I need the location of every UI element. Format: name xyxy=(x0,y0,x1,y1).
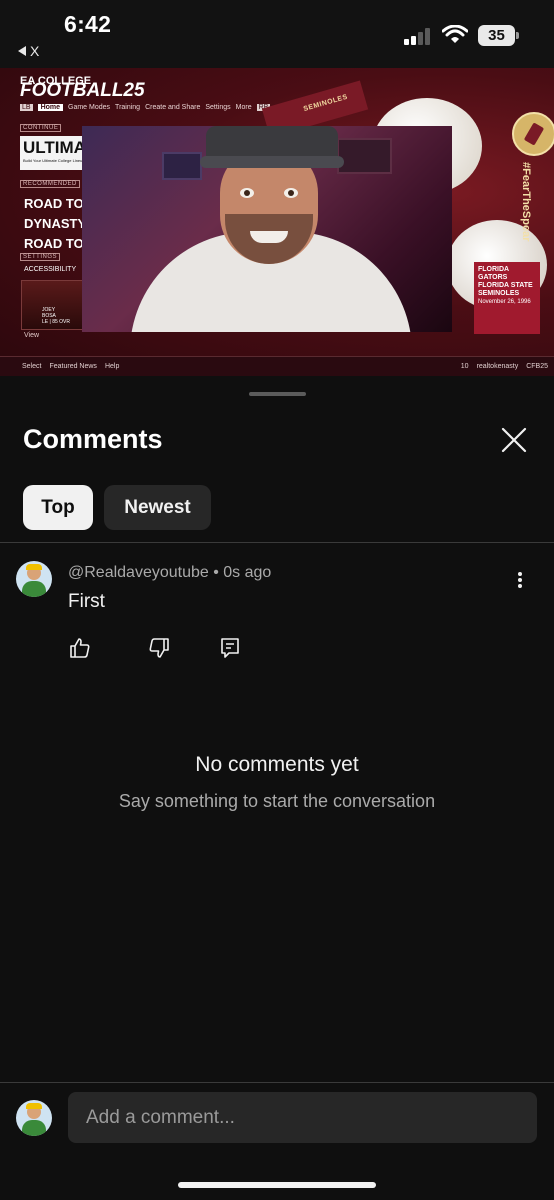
player-card: JOEY BOSA LE | 85 OVR xyxy=(21,280,85,330)
divider xyxy=(0,542,554,543)
game-ticket: FLORIDA GATORS FLORIDA STATE SEMINOLES N… xyxy=(474,262,540,334)
control-hint: Select xyxy=(22,363,42,370)
filter-newest-chip[interactable]: Newest xyxy=(104,485,211,530)
control-hint: CFB25 xyxy=(526,363,548,370)
commenter-avatar[interactable] xyxy=(16,561,52,597)
ticket-team1: FLORIDA GATORS xyxy=(478,266,509,281)
home-indicator[interactable] xyxy=(178,1182,376,1188)
game-nav-item: Game Modes xyxy=(68,104,111,111)
cellular-signal-icon xyxy=(404,27,434,45)
divider xyxy=(0,1082,554,1083)
ticket-date: November 26, 1996 xyxy=(478,299,531,305)
ticket-team2: FLORIDA STATE SEMINOLES xyxy=(478,282,533,297)
sheet-title: Comments xyxy=(23,424,163,454)
game-nav-item: Training xyxy=(115,104,141,111)
recommended-label: RECOMMENDED xyxy=(20,180,80,188)
control-hint: 10 xyxy=(460,363,469,370)
ultimate-team-tile: ULTIMA Build Your Ultimate College Lineup xyxy=(20,136,86,170)
empty-state-subtitle: Say something to start the conversation xyxy=(118,791,436,811)
add-comment-input[interactable] xyxy=(68,1092,537,1143)
streamer-webcam xyxy=(82,126,452,332)
video-player[interactable]: EA COLLEGE FOOTBALL25 LB Home Game Modes … xyxy=(0,68,554,376)
comments-sheet: Comments Top Newest @Realdaveyoutube • 0… xyxy=(0,376,554,1200)
comment-author[interactable]: @Realdaveyoutube xyxy=(68,564,209,581)
game-nav-item: Create and Share xyxy=(145,104,201,111)
control-hint: Featured News xyxy=(49,363,97,370)
close-icon[interactable] xyxy=(500,426,528,454)
game-nav-item: More xyxy=(235,104,252,111)
user-avatar[interactable] xyxy=(16,1100,52,1136)
like-icon[interactable] xyxy=(68,636,92,660)
filter-top-chip[interactable]: Top xyxy=(23,485,93,530)
settings-label: SETTINGS xyxy=(20,253,61,261)
player-sub: LE | 85 OVR xyxy=(42,319,70,325)
comment-meta: @Realdaveyoutube • 0s ago xyxy=(68,564,272,581)
game-nav-item: LB xyxy=(20,104,33,111)
accessibility-label: ACCESSIBILITY xyxy=(24,266,77,273)
player-name: JOEY BOSA xyxy=(42,307,56,319)
sheet-drag-handle[interactable] xyxy=(249,392,306,396)
status-bar: 6:42 X 35 xyxy=(0,0,554,68)
comment-text: First xyxy=(68,591,105,612)
game-nav-item: Settings xyxy=(205,104,231,111)
view-label: View xyxy=(24,332,40,339)
spear-emblem-icon xyxy=(512,112,554,156)
back-app-label: X xyxy=(30,43,40,59)
back-to-app-link[interactable]: X xyxy=(18,43,39,59)
wifi-icon xyxy=(442,25,468,43)
comment-time: 0s ago xyxy=(223,564,272,581)
reply-icon[interactable] xyxy=(218,636,242,660)
logo-big-text: FOOTBALL25 xyxy=(20,80,145,101)
game-control-bar: Select Featured News Help 10 realtokenas… xyxy=(0,356,554,376)
battery-indicator: 35 xyxy=(478,25,519,46)
control-hint: realtokenasty xyxy=(476,363,519,370)
status-time: 6:42 xyxy=(64,11,112,37)
hashtag-text: #FearTheSpear xyxy=(520,162,532,242)
game-logo: EA COLLEGE FOOTBALL25 xyxy=(20,76,145,101)
control-hint: Help xyxy=(104,363,120,370)
more-options-icon[interactable] xyxy=(510,570,530,590)
dislike-icon[interactable] xyxy=(147,636,171,660)
empty-state-title: No comments yet xyxy=(195,753,359,776)
game-nav: LB Home Game Modes Training Create and S… xyxy=(20,104,271,111)
back-triangle-icon xyxy=(18,46,26,56)
continue-label: CONTINUE xyxy=(20,124,62,132)
game-nav-item: Home xyxy=(37,104,64,111)
